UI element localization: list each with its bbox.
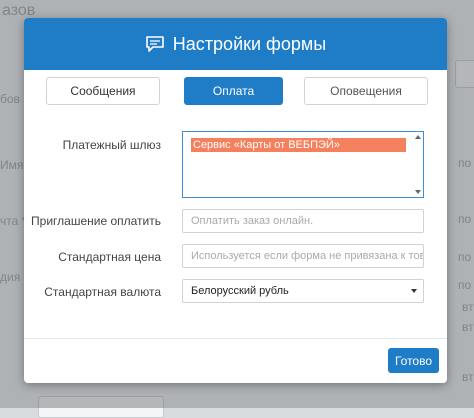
- price-input[interactable]: Используется если форма не привязана к т…: [182, 244, 424, 268]
- form-settings-modal: Настройки формы Сообщения Оплата Оповеще…: [24, 18, 447, 383]
- tab-payment[interactable]: Оплата: [184, 77, 283, 105]
- scroll-up-icon[interactable]: [415, 135, 421, 139]
- tab-notifications[interactable]: Оповещения: [304, 77, 428, 105]
- invite-label: Приглашение оплатить: [31, 214, 161, 228]
- footer-divider: [24, 338, 447, 339]
- gateway-option[interactable]: Сервис «Карты от ВЕБПЭЙ»: [191, 138, 406, 152]
- invite-input[interactable]: Оплатить заказ онлайн.: [182, 209, 424, 233]
- currency-select[interactable]: Белорусский рубль: [182, 279, 424, 303]
- price-label: Стандартная цена: [58, 250, 161, 264]
- chat-icon: [145, 35, 165, 53]
- modal-header: Настройки формы: [24, 18, 447, 70]
- modal-title: Настройки формы: [172, 33, 327, 54]
- tab-messages[interactable]: Сообщения: [46, 77, 160, 105]
- chevron-down-icon: [411, 289, 417, 293]
- currency-label: Стандартная валюта: [44, 285, 161, 299]
- gateway-listbox[interactable]: Сервис «Карты от ВЕБПЭЙ»: [182, 131, 424, 198]
- done-button[interactable]: Готово: [388, 348, 439, 373]
- scroll-down-icon[interactable]: [415, 190, 421, 194]
- gateway-label: Платежный шлюз: [62, 138, 161, 152]
- currency-value: Белорусский рубль: [191, 285, 289, 297]
- tabs: Сообщения Оплата Оповещения: [46, 77, 428, 107]
